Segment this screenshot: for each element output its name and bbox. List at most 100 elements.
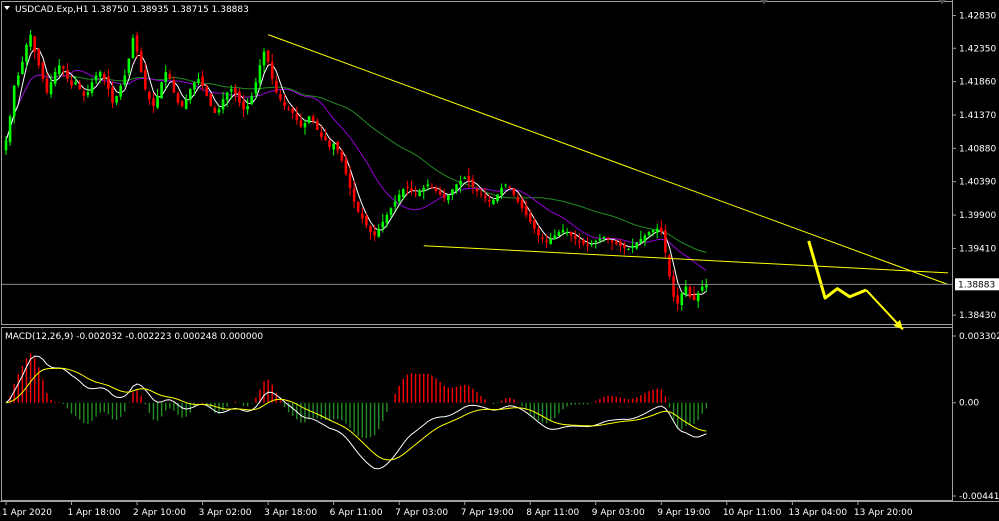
candle (201, 70, 204, 91)
time-tick-label: 7 Apr 19:00 (461, 508, 514, 518)
candle (270, 53, 274, 85)
candle (303, 119, 307, 135)
candle (385, 212, 389, 228)
candle (635, 242, 639, 250)
candle (21, 56, 24, 75)
candle (160, 81, 163, 99)
price-tick-label: 1.41370 (959, 111, 996, 121)
candle (340, 148, 344, 163)
candle (127, 58, 131, 76)
candle (94, 71, 98, 85)
candle (471, 174, 475, 194)
current-price-label: 1.38883 (958, 280, 995, 290)
candle (541, 233, 544, 243)
candle (606, 236, 610, 244)
candle (492, 198, 495, 206)
macd-tick-label: -0.004416 (959, 492, 999, 502)
candle (86, 84, 90, 98)
candle (676, 287, 679, 311)
candle (266, 50, 270, 65)
candle (332, 142, 335, 156)
price-tick-label: 1.40390 (959, 178, 996, 188)
trendline[interactable] (423, 245, 949, 274)
candle (209, 93, 213, 107)
candle (307, 115, 311, 125)
candle (610, 240, 614, 251)
ma-slow-line (5, 74, 707, 253)
candle (537, 225, 540, 243)
time-tick-label: 3 Apr 02:00 (199, 508, 252, 518)
candle (250, 92, 254, 105)
time-tick-label: 9 Apr 19:00 (657, 508, 710, 518)
candle (664, 224, 667, 259)
candle (434, 185, 438, 194)
candle (78, 80, 82, 90)
price-tick-label: 1.40880 (959, 144, 996, 154)
candle (287, 105, 290, 112)
time-tick-label: 3 Apr 18:00 (264, 508, 317, 518)
candle (418, 188, 421, 197)
candle (447, 194, 450, 205)
candle (361, 207, 364, 224)
candle (53, 67, 57, 87)
candle (311, 114, 315, 125)
candle (119, 83, 122, 100)
candle (139, 47, 143, 74)
candle (184, 94, 188, 110)
candle (315, 118, 319, 131)
candle (189, 88, 192, 104)
candle (262, 48, 266, 73)
macd-tick-label: 0.00 (959, 399, 979, 409)
candle (41, 61, 45, 83)
candle (520, 195, 524, 213)
candle (37, 48, 41, 69)
candle (533, 218, 536, 234)
candle (557, 229, 561, 237)
candle (98, 70, 102, 83)
candle (655, 224, 659, 239)
candle (705, 278, 708, 292)
candle (107, 69, 110, 97)
candle (516, 193, 520, 204)
time-tick-label: 1 Apr 2020 (2, 508, 52, 518)
candle (193, 82, 196, 96)
ma-mid-line (5, 69, 707, 272)
candle (213, 105, 217, 114)
trendline[interactable] (267, 34, 949, 285)
price-tick-label: 1.42830 (959, 12, 996, 22)
candle (320, 126, 323, 141)
candle (57, 58, 61, 77)
time-tick-label: 1 Apr 18:00 (68, 508, 121, 518)
candle (631, 238, 634, 254)
candle (62, 65, 65, 77)
candle (275, 75, 278, 94)
candle (152, 92, 155, 114)
candle (410, 181, 413, 195)
candle (29, 30, 32, 51)
candle (512, 187, 516, 198)
candle (279, 89, 282, 102)
candle (369, 224, 372, 240)
candle (172, 76, 176, 94)
candle (66, 62, 69, 83)
candle (680, 291, 684, 311)
candle (221, 91, 225, 114)
candle (573, 230, 577, 246)
candle (578, 233, 581, 249)
price-tick-label: 1.39410 (959, 244, 996, 254)
candle (238, 88, 241, 107)
candle (627, 248, 630, 251)
time-tick-label: 13 Apr 20:00 (854, 508, 913, 518)
chart-title: USDCAD.Exp,H1 1.38750 1.38935 1.38715 1.… (15, 5, 249, 15)
candle (176, 91, 180, 106)
trading-chart-window[interactable]: USDCAD.Exp,H1 1.38750 1.38935 1.38715 1.… (0, 0, 999, 521)
projection-zigzag[interactable] (807, 240, 867, 300)
candle (565, 228, 569, 237)
candle (483, 187, 487, 203)
candle (205, 84, 208, 97)
candle (528, 209, 532, 224)
candle (438, 186, 442, 197)
candle (692, 286, 696, 301)
symbol-dropdown-icon[interactable] (4, 6, 10, 10)
price-tick-label: 1.39900 (959, 211, 996, 221)
